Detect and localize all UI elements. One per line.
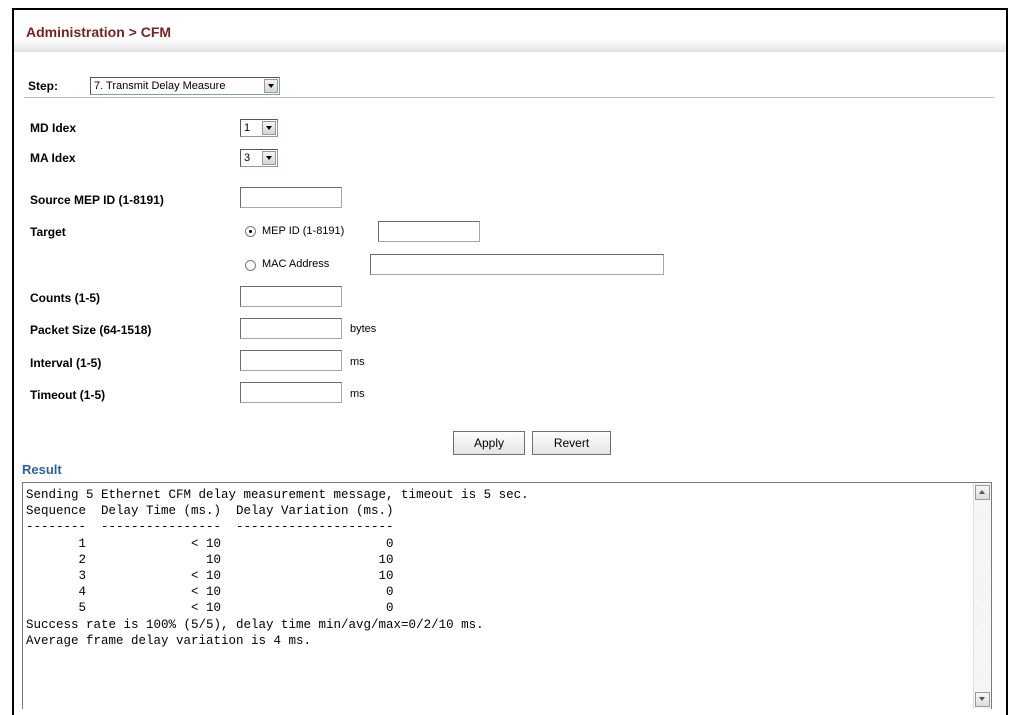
step-select-value: 7. Transmit Delay Measure — [94, 80, 226, 92]
interval-unit: ms — [350, 356, 365, 368]
counts-label: Counts (1-5) — [30, 291, 100, 305]
ma-index-value: 3 — [244, 152, 251, 164]
step-label: Step: — [28, 79, 58, 93]
scroll-up-icon[interactable] — [975, 485, 990, 500]
interval-input[interactable] — [240, 350, 342, 371]
timeout-label: Timeout (1-5) — [30, 388, 106, 402]
result-text: Sending 5 Ethernet CFM delay measurement… — [26, 488, 529, 648]
page-title: Administration > CFM — [26, 24, 172, 40]
chevron-down-icon[interactable] — [262, 121, 276, 135]
target-mep-radio[interactable] — [245, 226, 256, 237]
timeout-unit: ms — [350, 388, 365, 400]
target-label: Target — [30, 225, 66, 239]
apply-button[interactable]: Apply — [453, 431, 525, 455]
md-index-label: MD Idex — [30, 121, 77, 135]
step-select[interactable]: 7. Transmit Delay Measure — [90, 77, 280, 95]
md-index-value: 1 — [244, 122, 251, 134]
source-mep-label: Source MEP ID (1-8191) — [30, 193, 164, 207]
result-scrollbar[interactable] — [973, 483, 991, 709]
packet-size-label: Packet Size (64-1518) — [30, 323, 152, 337]
step-bar: Step: 7. Transmit Delay Measure — [24, 64, 994, 98]
interval-label: Interval (1-5) — [30, 356, 102, 370]
revert-button[interactable]: Revert — [532, 431, 611, 455]
counts-input[interactable] — [240, 286, 342, 307]
chevron-down-icon[interactable] — [264, 79, 278, 93]
ma-index-select[interactable]: 3 — [240, 149, 278, 167]
ma-index-label: MA Idex — [30, 151, 76, 165]
cfm-panel: Administration > CFM Step: 7. Transmit D… — [12, 8, 1008, 715]
md-index-select[interactable]: 1 — [240, 119, 278, 137]
result-label: Result — [22, 462, 62, 477]
target-mep-input[interactable] — [378, 221, 480, 242]
title-bar: Administration > CFM — [14, 10, 1006, 52]
target-mac-input[interactable] — [370, 254, 664, 275]
source-mep-input[interactable] — [240, 187, 342, 208]
chevron-down-icon[interactable] — [262, 151, 276, 165]
packet-size-unit: bytes — [350, 323, 377, 335]
packet-size-input[interactable] — [240, 318, 342, 339]
timeout-input[interactable] — [240, 382, 342, 403]
target-mac-radio[interactable] — [245, 260, 256, 271]
result-textarea[interactable]: Sending 5 Ethernet CFM delay measurement… — [22, 482, 992, 709]
scroll-down-icon[interactable] — [975, 692, 990, 707]
target-mac-radio-label: MAC Address — [262, 258, 330, 270]
target-mep-radio-label: MEP ID (1-8191) — [262, 225, 345, 237]
